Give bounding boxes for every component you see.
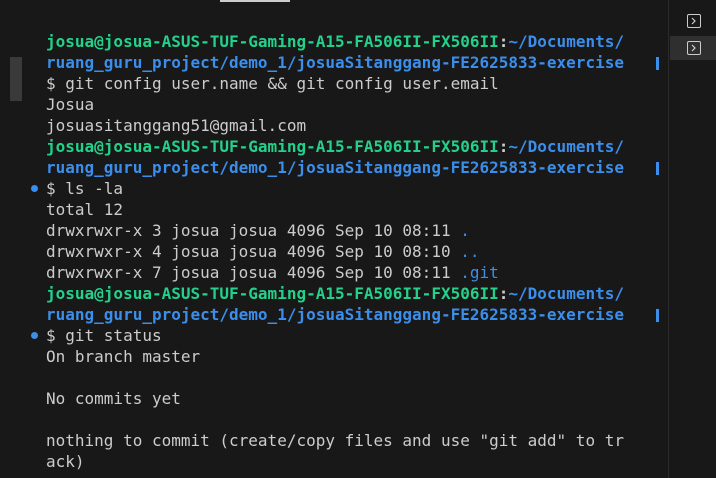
terminal-icon (686, 41, 701, 55)
output-line: josuasitanggang51@gmail.com (46, 116, 307, 135)
prompt-line: ruang_guru_project/demo_1/josuaSitanggan… (46, 157, 659, 178)
command-success-dot-icon[interactable] (31, 185, 38, 192)
output-line: ack) (46, 452, 85, 471)
command-text: ls -la (65, 179, 124, 198)
ls-row: drwxrwxr-x 4 josua josua 4096 Sep 10 08:… (46, 241, 656, 262)
prompt-separator: : (498, 32, 509, 51)
prompt-separator: : (498, 284, 509, 303)
prompt-path: ~/Documents/ (508, 284, 624, 303)
prompt-path: ruang_guru_project/demo_1/josuaSitanggan… (46, 305, 624, 324)
prompt-separator: : (498, 137, 509, 156)
output-line: No commits yet (46, 389, 181, 408)
output-line: nothing to commit (create/copy files and… (46, 431, 624, 450)
ls-row-meta: drwxrwxr-x 4 josua josua 4096 Sep 10 08:… (46, 242, 461, 261)
prompt-user: josua@josua-ASUS-TUF-Gaming-A15-FA506II-… (46, 284, 499, 303)
output-line: On branch master (46, 347, 201, 366)
ls-row-dirname: .. (460, 242, 480, 261)
ls-row: drwxrwxr-x 7 josua josua 4096 Sep 10 08:… (46, 262, 656, 283)
command-text: git status (65, 326, 162, 345)
active-tab-indicator (220, 0, 290, 2)
command-decoration-bar (656, 57, 659, 70)
terminal-tab-1[interactable] (670, 9, 716, 33)
command-success-dot-icon[interactable] (31, 332, 38, 339)
prompt-line: josua@josua-ASUS-TUF-Gaming-A15-FA506II-… (46, 136, 656, 157)
prompt-line: josua@josua-ASUS-TUF-Gaming-A15-FA506II-… (46, 31, 656, 52)
terminal-tabs-list (668, 0, 716, 478)
prompt-path: ruang_guru_project/demo_1/josuaSitanggan… (46, 158, 624, 177)
ls-row: drwxrwxr-x 3 josua josua 4096 Sep 10 08:… (46, 220, 656, 241)
prompt-symbol: $ (46, 326, 66, 345)
terminal-panel[interactable]: josua@josua-ASUS-TUF-Gaming-A15-FA506II-… (0, 0, 668, 478)
terminal-icon (686, 14, 701, 28)
command-decoration-bar (656, 309, 659, 322)
ls-row-meta: drwxrwxr-x 7 josua josua 4096 Sep 10 08:… (46, 263, 461, 282)
prompt-path: ruang_guru_project/demo_1/josuaSitanggan… (46, 53, 624, 72)
command-text: git config user.name && git config user.… (65, 74, 499, 93)
prompt-line: josua@josua-ASUS-TUF-Gaming-A15-FA506II-… (46, 283, 656, 304)
output-line: total 12 (46, 200, 124, 219)
scrollbar-thumb[interactable] (10, 57, 22, 101)
prompt-line: ruang_guru_project/demo_1/josuaSitanggan… (46, 304, 659, 325)
ls-row-dirname: . (460, 221, 470, 240)
prompt-line: ruang_guru_project/demo_1/josuaSitanggan… (46, 52, 659, 73)
command-line: $ git config user.name && git config use… (46, 73, 656, 94)
prompt-symbol: $ (46, 179, 66, 198)
command-decoration-bar (656, 162, 659, 175)
prompt-user: josua@josua-ASUS-TUF-Gaming-A15-FA506II-… (46, 137, 499, 156)
prompt-symbol: $ (46, 74, 66, 93)
command-line: $ git status (31, 325, 656, 346)
prompt-path: ~/Documents/ (508, 32, 624, 51)
ls-row-meta: drwxrwxr-x 3 josua josua 4096 Sep 10 08:… (46, 221, 461, 240)
prompt-path: ~/Documents/ (508, 137, 624, 156)
command-line: $ ls -la (31, 178, 656, 199)
prompt-user: josua@josua-ASUS-TUF-Gaming-A15-FA506II-… (46, 32, 499, 51)
terminal-output: josua@josua-ASUS-TUF-Gaming-A15-FA506II-… (31, 31, 659, 472)
ls-row-dirname: .git (460, 263, 499, 282)
terminal-tab-2[interactable] (670, 36, 716, 60)
output-line: Josua (46, 95, 95, 114)
